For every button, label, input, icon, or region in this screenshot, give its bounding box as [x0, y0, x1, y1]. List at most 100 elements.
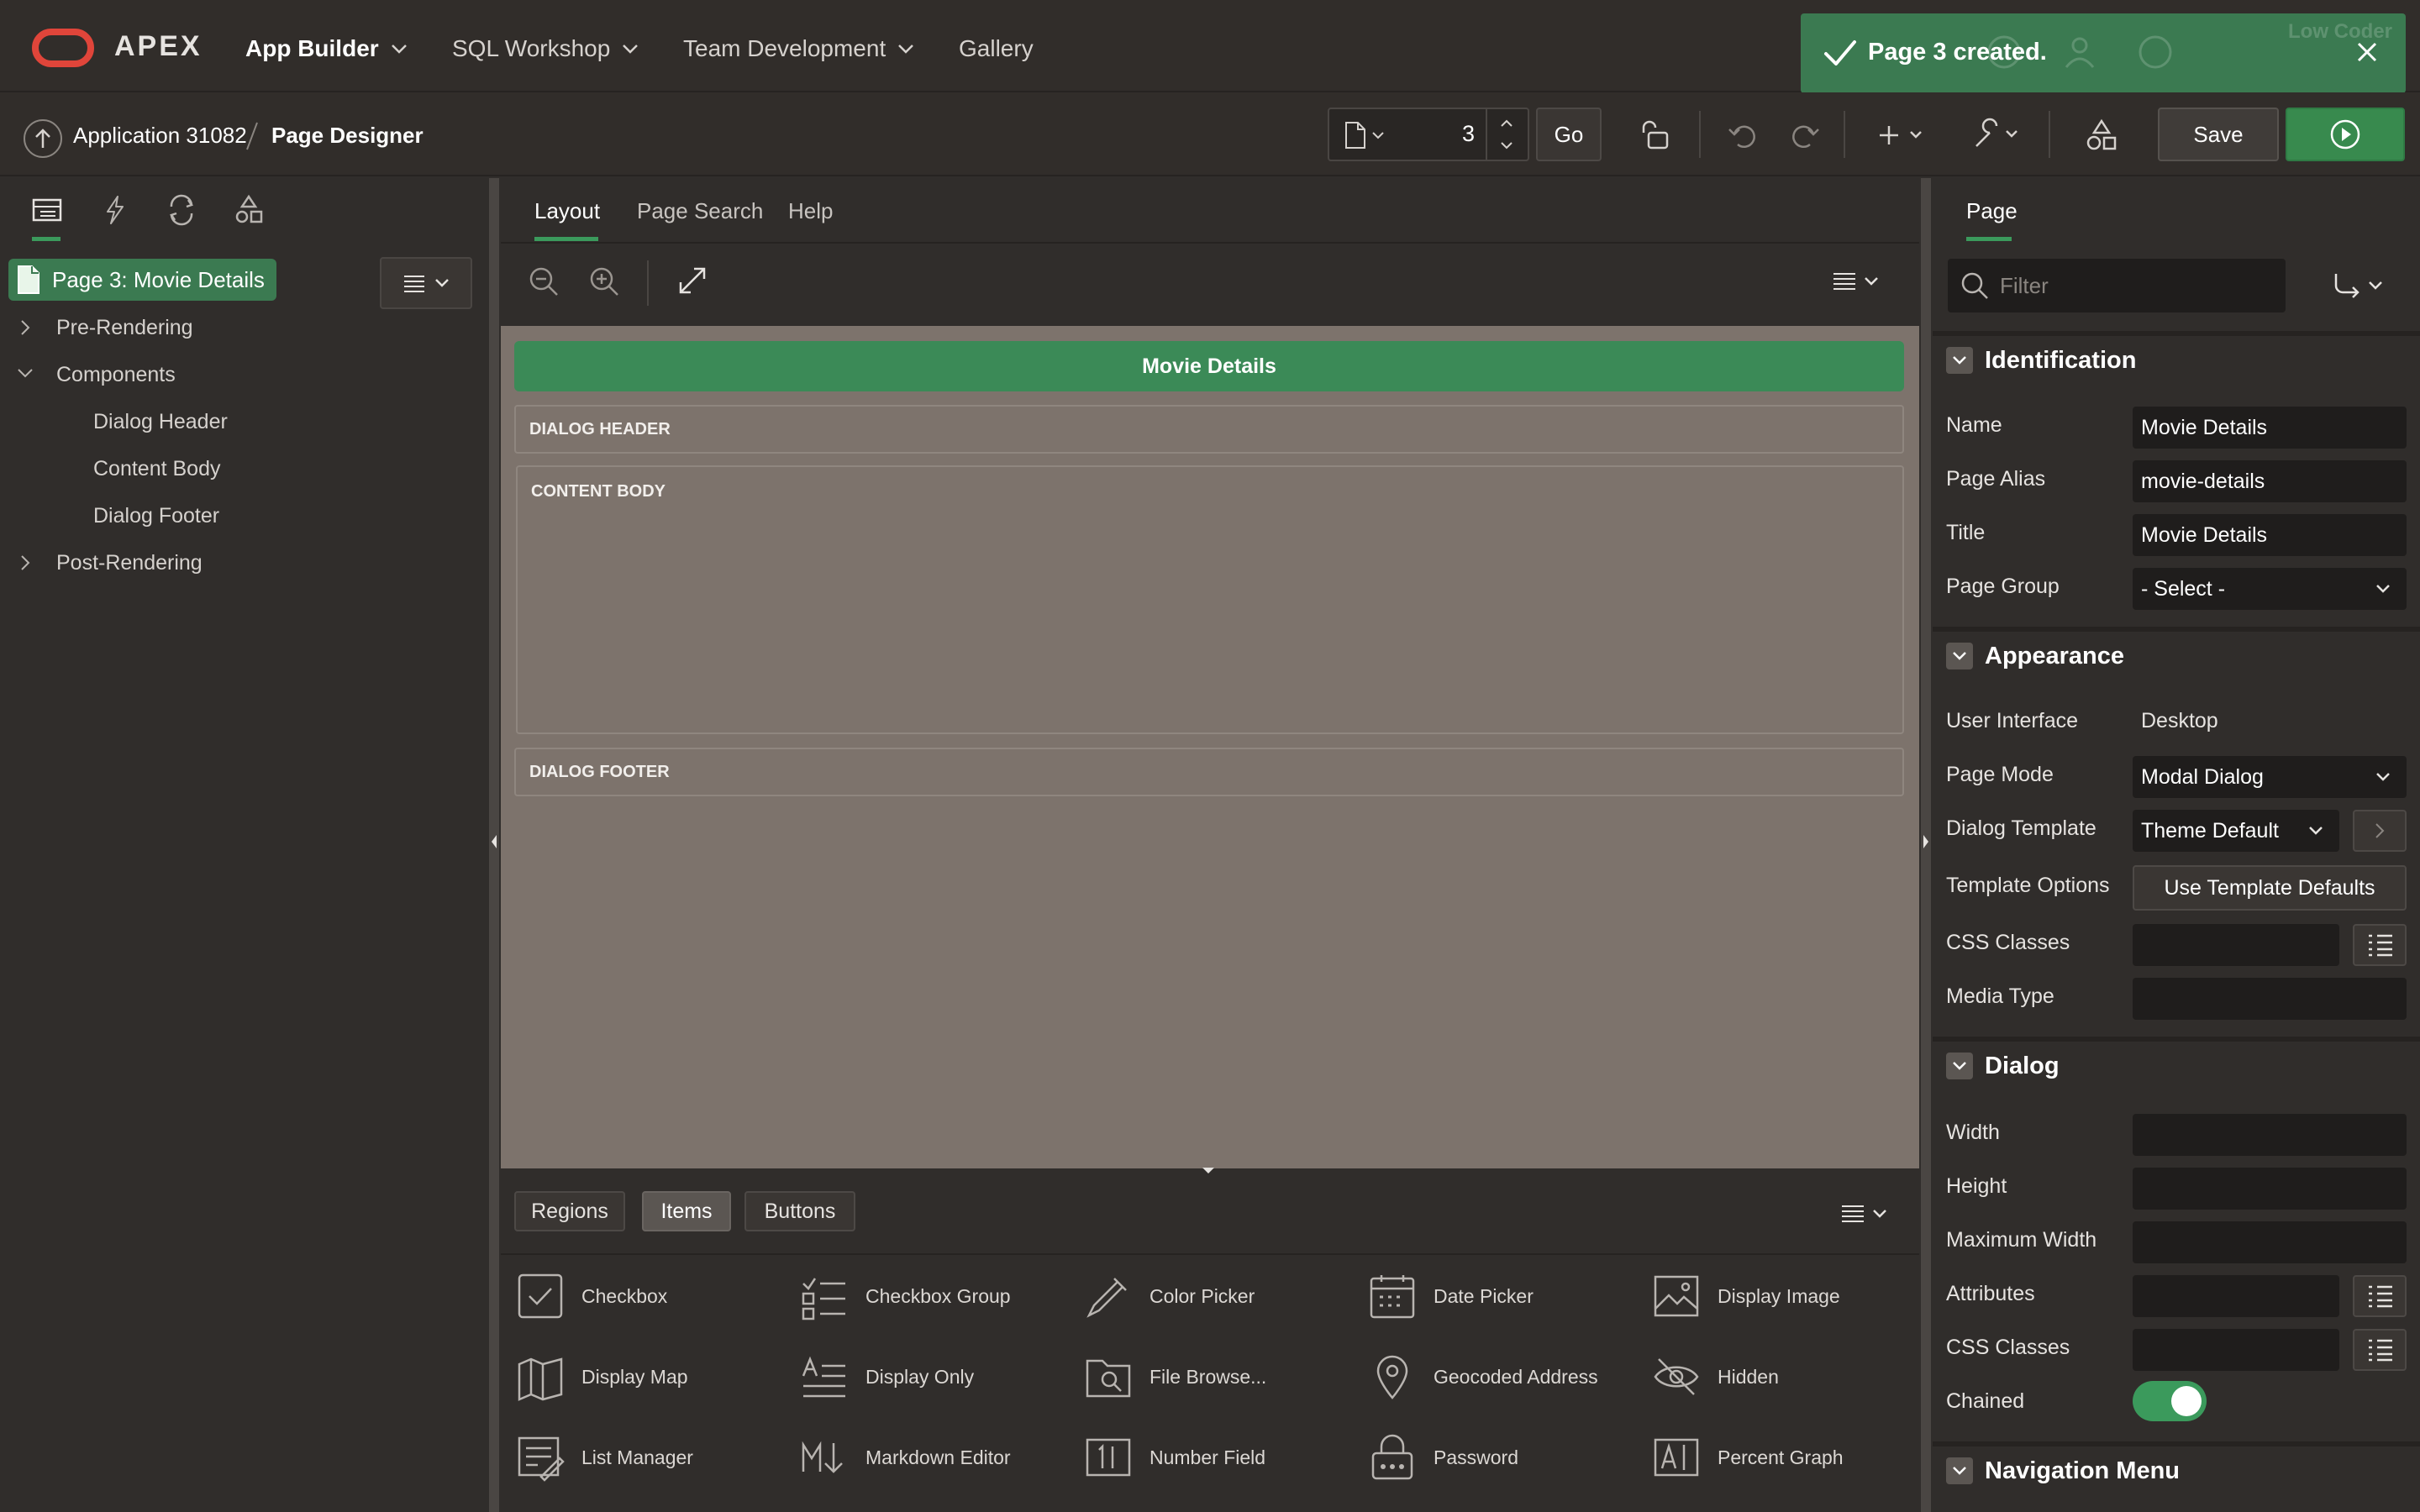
nav-team-development[interactable]: Team Development — [683, 32, 914, 66]
slot-dialog-header[interactable]: DIALOG HEADER — [514, 405, 1904, 454]
dialog-css-classes-field[interactable] — [2133, 1329, 2339, 1371]
menu-lines-icon[interactable] — [1832, 270, 1882, 292]
redo-icon[interactable] — [1786, 118, 1822, 153]
gallery-item-password[interactable]: Password — [1368, 1433, 1518, 1482]
chained-toggle[interactable] — [2133, 1381, 2207, 1421]
section-identification[interactable]: Identification — [1933, 331, 2420, 385]
tree-root-page[interactable]: Page 3: Movie Details — [8, 259, 276, 301]
page-alias-field[interactable]: movie-details — [2133, 460, 2407, 502]
go-button[interactable]: Go — [1536, 108, 1602, 161]
chevron-right-icon[interactable] — [18, 553, 32, 573]
dialog-css-classes-list-button[interactable] — [2353, 1329, 2407, 1371]
gallery-item-checkbox[interactable]: Checkbox — [516, 1272, 667, 1320]
apex-brand[interactable]: APEX — [114, 30, 203, 63]
gallery-tab-items[interactable]: Items — [642, 1191, 731, 1231]
maximum-width-field[interactable] — [2133, 1221, 2407, 1263]
close-icon[interactable] — [2355, 40, 2379, 64]
tree-item-pre-rendering[interactable]: Pre-Rendering — [56, 316, 193, 340]
gallery-item-geocoded-address[interactable]: Geocoded Address — [1368, 1352, 1598, 1401]
gallery-resize-handle[interactable] — [1200, 1165, 1217, 1177]
gallery-item-percent-graph[interactable]: Percent Graph — [1652, 1433, 1844, 1482]
attributes-field[interactable] — [2133, 1275, 2339, 1317]
collapse-toggle[interactable] — [1946, 1457, 1973, 1484]
page-shared-components-tab-icon[interactable] — [232, 193, 266, 227]
breadcrumb-application[interactable]: Application 31082 — [73, 123, 247, 149]
save-button[interactable]: Save — [2158, 108, 2279, 161]
undo-icon[interactable] — [1726, 118, 1761, 153]
chevron-right-icon[interactable] — [18, 318, 32, 338]
nav-app-builder[interactable]: App Builder — [245, 32, 408, 66]
nav-gallery[interactable]: Gallery — [959, 32, 1034, 66]
menu-lines-icon[interactable] — [1840, 1203, 1891, 1225]
tree-item-components[interactable]: Components — [56, 363, 176, 387]
tab-page[interactable]: Page — [1966, 198, 2018, 224]
right-splitter[interactable] — [1921, 178, 1931, 1512]
slot-content-body[interactable]: CONTENT BODY — [516, 465, 1904, 734]
tree-item-dialog-footer[interactable]: Dialog Footer — [93, 504, 219, 528]
collapse-left-icon[interactable] — [490, 833, 498, 850]
nav-sql-workshop[interactable]: SQL Workshop — [452, 32, 639, 66]
attributes-list-button[interactable] — [2353, 1275, 2407, 1317]
chevron-down-icon[interactable] — [15, 366, 35, 380]
tab-help[interactable]: Help — [788, 198, 833, 224]
left-splitter[interactable] — [489, 178, 499, 1512]
dynamic-actions-tab-icon[interactable] — [97, 193, 131, 227]
gallery-item-display-only[interactable]: Display Only — [800, 1352, 974, 1401]
collapse-toggle[interactable] — [1946, 347, 1973, 374]
processing-tab-icon[interactable] — [165, 193, 198, 227]
collapse-right-icon[interactable] — [1922, 833, 1930, 850]
expand-icon[interactable] — [677, 265, 708, 296]
tab-layout[interactable]: Layout — [534, 198, 600, 224]
zoom-in-icon[interactable] — [588, 265, 620, 297]
gallery-item-hidden[interactable]: Hidden — [1652, 1352, 1779, 1401]
section-navigation-menu[interactable]: Navigation Menu — [1933, 1441, 2420, 1495]
gallery-item-color-picker[interactable]: Color Picker — [1084, 1272, 1255, 1320]
zoom-out-icon[interactable] — [528, 265, 560, 297]
gallery-tab-regions[interactable]: Regions — [514, 1191, 625, 1231]
oracle-logo-icon[interactable] — [32, 29, 94, 67]
use-template-defaults-button[interactable]: Use Template Defaults — [2133, 865, 2407, 911]
gallery-item-file-browse[interactable]: File Browse... — [1084, 1352, 1266, 1401]
page-number-input[interactable]: 3 — [1462, 121, 1475, 147]
page-title[interactable]: Movie Details — [514, 341, 1904, 391]
gallery-item-number-field[interactable]: Number Field — [1084, 1433, 1265, 1482]
section-dialog[interactable]: Dialog — [1933, 1037, 2420, 1090]
template-details-button[interactable] — [2353, 810, 2407, 852]
width-field[interactable] — [2133, 1114, 2407, 1156]
collapse-toggle[interactable] — [1946, 643, 1973, 669]
tree-item-dialog-header[interactable]: Dialog Header — [93, 410, 228, 434]
section-appearance[interactable]: Appearance — [1933, 627, 2420, 680]
gallery-item-display-map[interactable]: Display Map — [516, 1352, 688, 1401]
css-classes-list-button[interactable] — [2353, 924, 2407, 966]
gallery-item-markdown-editor[interactable]: Markdown Editor — [800, 1433, 1011, 1482]
gallery-item-date-picker[interactable]: Date Picker — [1368, 1272, 1534, 1320]
collapse-toggle[interactable] — [1946, 1053, 1973, 1079]
gallery-tab-buttons[interactable]: Buttons — [744, 1191, 855, 1231]
dialog-template-select[interactable]: Theme Default — [2133, 810, 2339, 852]
tree-item-content-body[interactable]: Content Body — [93, 457, 221, 481]
page-stepper-icon[interactable] — [1496, 114, 1518, 155]
css-classes-field[interactable] — [2133, 924, 2339, 966]
create-plus-icon[interactable] — [1877, 121, 1928, 150]
tree-item-post-rendering[interactable]: Post-Rendering — [56, 551, 203, 575]
name-field[interactable]: Movie Details — [2133, 407, 2407, 449]
parent-page-button[interactable] — [24, 119, 62, 158]
media-type-field[interactable] — [2133, 978, 2407, 1020]
gallery-item-list-manager[interactable]: List Manager — [516, 1433, 693, 1482]
lock-icon[interactable] — [1639, 118, 1674, 153]
title-field[interactable]: Movie Details — [2133, 514, 2407, 556]
go-to-group-icon[interactable] — [2331, 270, 2390, 301]
filter-input[interactable] — [2000, 270, 2269, 301]
tab-page-search[interactable]: Page Search — [637, 198, 763, 224]
rendering-tab-icon[interactable] — [30, 193, 64, 227]
page-group-select[interactable]: - Select - — [2133, 568, 2407, 610]
page-icon-dropdown[interactable] — [1341, 121, 1388, 150]
height-field[interactable] — [2133, 1168, 2407, 1210]
shared-components-icon[interactable] — [2084, 118, 2119, 153]
gallery-item-display-image[interactable]: Display Image — [1652, 1272, 1840, 1320]
gallery-item-checkbox-group[interactable]: Checkbox Group — [800, 1272, 1011, 1320]
tree-menu-button[interactable] — [380, 257, 472, 309]
wrench-utilities-icon[interactable] — [1970, 118, 2023, 151]
run-page-button[interactable] — [2286, 108, 2405, 161]
slot-dialog-footer[interactable]: DIALOG FOOTER — [514, 748, 1904, 796]
